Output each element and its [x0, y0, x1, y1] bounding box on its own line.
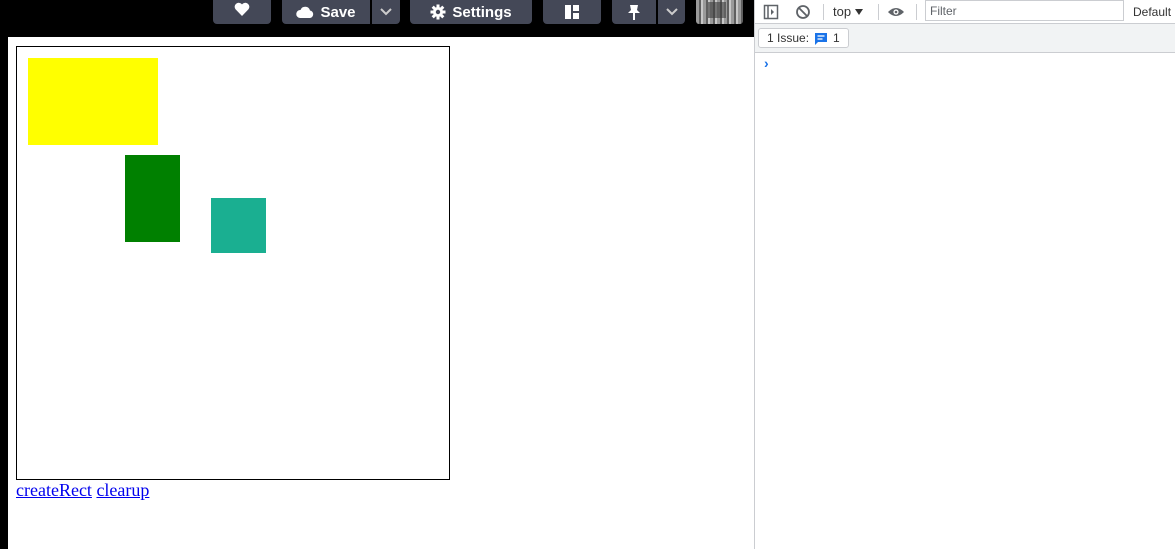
- issues-count: 1: [833, 31, 840, 45]
- chevron-down-icon: [380, 8, 392, 16]
- console-toolbar: top Default: [755, 0, 1175, 24]
- love-button[interactable]: [213, 0, 271, 24]
- filter-input[interactable]: [925, 0, 1124, 21]
- message-icon: [815, 32, 828, 45]
- save-button[interactable]: Save: [282, 0, 370, 24]
- log-levels-dropdown[interactable]: Default: [1133, 5, 1171, 19]
- settings-label: Settings: [452, 3, 512, 21]
- heart-icon: [234, 2, 250, 16]
- context-selector[interactable]: top: [833, 4, 864, 19]
- live-expression-button[interactable]: [887, 3, 905, 21]
- issues-bar: 1 Issue: 1: [755, 24, 1175, 53]
- clearup-link[interactable]: clearup: [96, 480, 149, 500]
- devtools-console: top Default 1 Issue: 1 ›: [754, 0, 1175, 549]
- yellow-rect[interactable]: [28, 58, 158, 145]
- toolbar-divider: [823, 4, 824, 20]
- teal-rect[interactable]: [211, 198, 266, 253]
- create-rect-link[interactable]: createRect: [16, 480, 92, 500]
- chevron-down-icon: [665, 8, 678, 16]
- cloud-icon: [296, 6, 314, 18]
- toggle-sidebar-button[interactable]: [762, 3, 780, 21]
- pin-options-button[interactable]: [658, 0, 685, 24]
- issues-label: 1 Issue:: [767, 31, 810, 45]
- sidebar-toggle-icon: [763, 4, 779, 20]
- save-options-button[interactable]: [372, 0, 400, 24]
- gear-icon: [430, 4, 446, 20]
- eye-icon: [888, 8, 904, 16]
- green-rect[interactable]: [125, 155, 180, 242]
- avatar[interactable]: [696, 0, 743, 24]
- toolbar-divider: [878, 4, 879, 20]
- layout-icon: [565, 5, 579, 19]
- triangle-down-icon: [855, 8, 864, 15]
- settings-button[interactable]: Settings: [410, 0, 532, 24]
- change-view-button[interactable]: [543, 0, 601, 24]
- context-label: top: [833, 4, 852, 19]
- action-links: createRect clearup: [16, 480, 149, 501]
- block-icon: [796, 5, 810, 19]
- pin-icon: [628, 5, 640, 20]
- console-prompt[interactable]: ›: [764, 55, 769, 71]
- issues-button[interactable]: 1 Issue: 1: [758, 28, 849, 48]
- clear-console-button[interactable]: [794, 3, 812, 21]
- drawing-stage: [16, 46, 450, 480]
- pin-button[interactable]: [612, 0, 656, 24]
- save-label: Save: [320, 3, 356, 21]
- result-preview: createRect clearup: [8, 37, 754, 549]
- toolbar-divider: [916, 4, 917, 20]
- editor-toolbar: Save Settings: [0, 0, 755, 37]
